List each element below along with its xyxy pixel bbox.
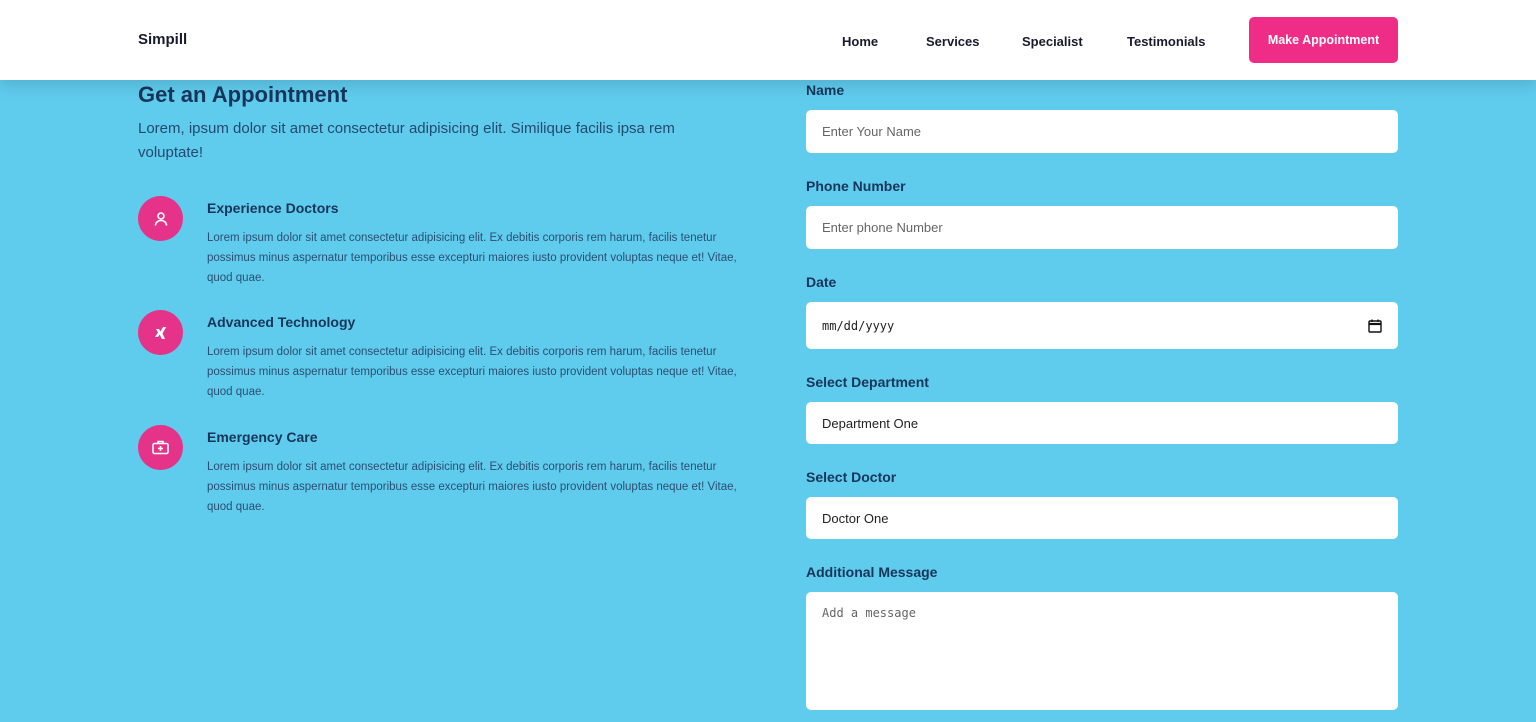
make-appointment-button[interactable]: Make Appointment (1249, 17, 1398, 63)
first-aid-kit-icon (138, 425, 183, 470)
feature-text: Lorem ipsum dolor sit amet consectetur a… (207, 232, 737, 284)
feature-text: Lorem ipsum dolor sit amet consectetur a… (207, 346, 737, 398)
appointment-info: Get an Appointment Lorem, ipsum dolor si… (138, 82, 738, 513)
message-label: Additional Message (806, 564, 938, 580)
date-label: Date (806, 274, 837, 290)
nav-home[interactable]: Home (842, 34, 878, 49)
name-label: Name (806, 82, 845, 98)
brand-logo[interactable]: Simpill (138, 31, 187, 48)
user-icon (138, 196, 183, 241)
doctor-label: Select Doctor (806, 469, 897, 485)
feature-title: Experience Doctors (207, 200, 339, 216)
nav-testimonials[interactable]: Testimonials (1127, 34, 1206, 49)
nav-specialist[interactable]: Specialist (1022, 34, 1083, 49)
department-value: Department One (822, 415, 919, 431)
date-placeholder: mm/dd/yyyy (822, 318, 895, 333)
feature-title: Advanced Technology (207, 314, 356, 330)
phone-label: Phone Number (806, 178, 906, 194)
feature-text: Lorem ipsum dolor sit amet consectetur a… (207, 461, 737, 513)
calendar-icon[interactable] (1368, 319, 1382, 333)
feature-title: Emergency Care (207, 429, 318, 445)
section-intro: Lorem, ipsum dolor sit amet consectetur … (138, 120, 675, 161)
department-label: Select Department (806, 374, 929, 390)
date-input[interactable]: mm/dd/yyyy (806, 302, 1398, 349)
message-textarea[interactable] (806, 592, 1398, 710)
navbar: Simpill Home Services Specialist Testimo… (0, 0, 1536, 80)
phone-input[interactable] (806, 206, 1398, 249)
nav-services[interactable]: Services (926, 34, 980, 49)
name-input[interactable] (806, 110, 1398, 153)
department-select[interactable]: Department One (806, 402, 1398, 444)
xing-icon (138, 310, 183, 355)
doctor-select[interactable]: Doctor One (806, 497, 1398, 539)
section-heading: Get an Appointment (138, 82, 348, 107)
doctor-value: Doctor One (822, 510, 889, 526)
